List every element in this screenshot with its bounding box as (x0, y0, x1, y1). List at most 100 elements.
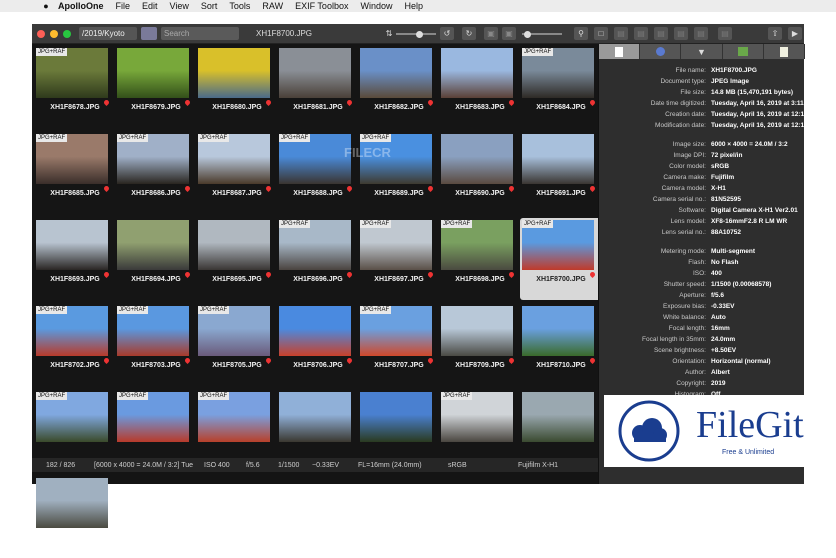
fullscreen-icon[interactable]: □ (594, 27, 608, 40)
thumbnail-image[interactable]: JPG+RAF (117, 306, 189, 356)
zoom-window-button[interactable] (63, 29, 71, 38)
thumbnail-image[interactable]: JPG+RAF (441, 392, 513, 442)
crop-icon[interactable]: ▣ (484, 27, 498, 40)
tab-file-info[interactable] (599, 44, 641, 59)
thumbnail-cell[interactable]: XH1F8693.JPG (34, 218, 116, 300)
thumbnail-image[interactable]: JPG+RAF (279, 134, 351, 184)
menu-tools[interactable]: Tools (223, 1, 256, 11)
thumbnail-image[interactable]: JPG+RAF (198, 392, 270, 442)
thumbnail-cell[interactable]: JPG+RAF XH1F8696.JPG (277, 218, 359, 300)
filmstrip-icon[interactable]: ▤ (614, 27, 628, 40)
zoom-slider-knob[interactable] (524, 30, 531, 38)
thumbnail-cell[interactable]: JPG+RAF XH1F8686.JPG (115, 132, 197, 214)
thumbnail-image[interactable] (279, 392, 351, 442)
thumbnail-image[interactable] (117, 220, 189, 270)
thumbnail-image[interactable]: JPG+RAF (360, 220, 432, 270)
thumbnail-cell[interactable]: XH1F8680.JPG (196, 46, 278, 128)
thumbnail-cell[interactable]: JPG+RAF XH1F8703.JPG (115, 304, 197, 386)
zoom-slider[interactable] (522, 30, 562, 38)
thumb-size-slider-knob[interactable] (416, 30, 423, 38)
thumbnail-cell[interactable]: JPG+RAF XH1F8678.JPG (34, 46, 116, 128)
sort-icon[interactable]: ⇅ (384, 27, 394, 40)
thumbnail-image[interactable] (117, 48, 189, 98)
thumbnail-image[interactable]: JPG+RAF (441, 220, 513, 270)
thumbnail-image[interactable] (441, 134, 513, 184)
slideshow-icon[interactable]: ▶ (788, 27, 802, 40)
thumbnail-cell[interactable]: JPG+RAF XH1F8684.JPG (520, 46, 602, 128)
thumbnail-image[interactable]: JPG+RAF (117, 134, 189, 184)
thumbnail-cell[interactable]: JPG+RAF XH1F8685.JPG (34, 132, 116, 214)
menu-app[interactable]: ApolloOne (52, 1, 110, 11)
thumbnail-image[interactable]: JPG+RAF (36, 48, 108, 98)
tab-filter[interactable]: ▼ (681, 44, 723, 59)
thumbnail-image[interactable] (360, 48, 432, 98)
rotate-right-icon[interactable]: ↻ (462, 27, 476, 40)
thumbnail-cell[interactable]: XH1F8694.JPG (115, 218, 197, 300)
menu-view[interactable]: View (164, 1, 195, 11)
menu-help[interactable]: Help (398, 1, 429, 11)
trash-icon[interactable]: ▤ (694, 27, 708, 40)
thumbnail-cell[interactable]: XH1F8710.JPG (520, 304, 602, 386)
thumbnail-image[interactable] (279, 48, 351, 98)
thumbnail-image[interactable]: JPG+RAF (36, 392, 108, 442)
thumbnail-cell[interactable]: JPG+RAF XH1F8700.JPG (520, 218, 602, 300)
thumbnail-cell[interactable]: JPG+RAF XH1F8687.JPG (196, 132, 278, 214)
edit-icon[interactable]: ▤ (718, 27, 732, 40)
thumbnail-image[interactable]: JPG+RAF (522, 48, 594, 98)
thumbnail-cell[interactable]: XH1F8690.JPG (439, 132, 521, 214)
thumbnail-cell[interactable]: XH1F8682.JPG (358, 46, 440, 128)
menu-window[interactable]: Window (354, 1, 398, 11)
info-icon[interactable]: ▤ (674, 27, 688, 40)
search-input[interactable]: Search (161, 27, 239, 40)
thumbnail-image[interactable] (522, 134, 594, 184)
close-window-button[interactable] (37, 29, 45, 38)
menu-exif-toolbox[interactable]: EXIF Toolbox (289, 1, 354, 11)
thumbnail-image[interactable]: JPG+RAF (198, 134, 270, 184)
thumbnail-cell[interactable]: XH1F8706.JPG (277, 304, 359, 386)
thumbnail-image[interactable]: JPG+RAF (522, 220, 594, 270)
thumbnail-cell[interactable]: XH1F8679.JPG (115, 46, 197, 128)
thumbnail-image[interactable] (198, 48, 270, 98)
folder-path-field[interactable]: /2019/Kyoto (79, 27, 137, 40)
thumbnail-image[interactable] (441, 306, 513, 356)
thumb-size-slider[interactable] (396, 30, 436, 38)
map-icon[interactable]: ▤ (654, 27, 668, 40)
rotate-left-icon[interactable]: ↺ (440, 27, 454, 40)
menu-file[interactable]: File (110, 1, 137, 11)
share-icon[interactable]: ⇧ (768, 27, 782, 40)
thumbnail-cell[interactable]: XH1F8681.JPG (277, 46, 359, 128)
thumbnail-image[interactable] (360, 392, 432, 442)
thumbnail-image[interactable] (522, 306, 594, 356)
tab-map[interactable] (723, 44, 764, 59)
tab-notes[interactable] (764, 44, 806, 59)
menu-edit[interactable]: Edit (136, 1, 164, 11)
thumbnail-cell[interactable]: XH1F8683.JPG (439, 46, 521, 128)
thumbnail-cell[interactable]: XH1F8709.JPG (439, 304, 521, 386)
thumbnail-image[interactable] (36, 220, 108, 270)
thumbnail-cell[interactable]: JPG+RAF XH1F8707.JPG (358, 304, 440, 386)
thumbnail-image[interactable] (198, 220, 270, 270)
thumbnail-image[interactable] (441, 48, 513, 98)
thumbnail-image[interactable] (522, 392, 594, 442)
thumbnail-cell[interactable]: JPG+RAF XH1F8698.JPG (439, 218, 521, 300)
apple-icon[interactable]: ● (40, 1, 52, 11)
thumbnail-image[interactable]: JPG+RAF (36, 306, 108, 356)
thumbnail-cell[interactable]: XH1F8695.JPG (196, 218, 278, 300)
thumbnail-cell[interactable]: XH1F8691.JPG (520, 132, 602, 214)
compare-icon[interactable]: ▤ (634, 27, 648, 40)
thumbnail-image[interactable]: JPG+RAF (198, 306, 270, 356)
thumbnail-cell[interactable]: JPG+RAF XH1F8705.JPG (196, 304, 278, 386)
thumbnail-image[interactable]: JPG+RAF (279, 220, 351, 270)
grid-view-icon[interactable] (141, 27, 157, 40)
adjust-icon[interactable]: ▣ (502, 27, 516, 40)
thumbnail-image[interactable] (279, 306, 351, 356)
thumbnail-cell[interactable]: JPG+RAF XH1F8702.JPG (34, 304, 116, 386)
thumbnail-image[interactable]: JPG+RAF (360, 306, 432, 356)
thumbnail-image[interactable] (36, 478, 108, 528)
thumbnail-cell[interactable] (34, 476, 116, 558)
menu-raw[interactable]: RAW (256, 1, 289, 11)
thumbnail-cell[interactable]: JPG+RAF XH1F8697.JPG (358, 218, 440, 300)
minimize-window-button[interactable] (50, 29, 58, 38)
tab-exif[interactable] (640, 44, 682, 59)
menu-sort[interactable]: Sort (195, 1, 224, 11)
